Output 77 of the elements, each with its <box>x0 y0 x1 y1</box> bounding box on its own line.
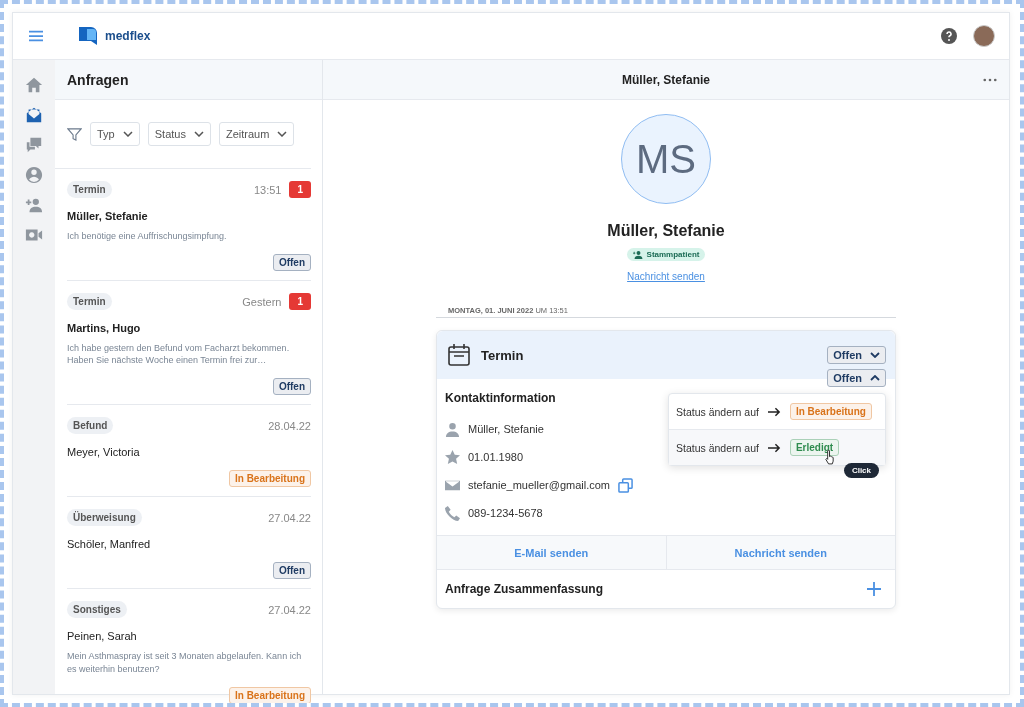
type-tag: Termin <box>67 293 112 311</box>
right-arrow-icon <box>767 406 781 417</box>
status-menu-option[interactable]: Status ändern auf In Bearbeitung <box>669 394 885 429</box>
panel-title: Anfragen <box>67 71 129 88</box>
unread-count-badge: 1 <box>289 293 311 311</box>
click-tooltip: Click <box>843 463 879 478</box>
chevron-up-icon <box>870 375 880 381</box>
option-label: Status ändern auf <box>676 441 759 454</box>
message-preview: Mein Asthmaspray ist seit 3 Monaten abgelaufen. Kann ich es weiterhin benutzen? <box>67 650 303 675</box>
plus-icon[interactable] <box>867 582 881 596</box>
type-tag: Termin <box>67 181 112 198</box>
calendar-icon <box>447 343 471 367</box>
section-title: Kontaktinformation <box>445 391 557 405</box>
copy-icon[interactable] <box>618 477 633 493</box>
time-text: 13:51 <box>253 183 282 196</box>
type-tag: Überweisung <box>67 509 142 527</box>
patient-tag: Stammpatient <box>626 248 706 261</box>
time-text: 27.04.22 <box>268 603 311 616</box>
logo-text: medflex <box>105 29 151 43</box>
speech-bubble-logo-icon <box>77 25 99 47</box>
send-message-link[interactable]: Nachricht senden <box>627 271 705 282</box>
filter-dropdown[interactable]: Typ <box>90 122 140 146</box>
filter-dropdown[interactable]: Zeitraum <box>218 122 295 146</box>
status-badge: Erledigt <box>789 439 840 456</box>
user-avatar[interactable] <box>973 25 995 47</box>
person-icon <box>445 421 460 437</box>
initials-avatar: MS <box>621 114 711 204</box>
patient-name: Schöler, Manfred <box>67 538 152 551</box>
type-tag: Befund <box>67 417 114 435</box>
user-nav-icon[interactable] <box>25 164 43 185</box>
message-preview: Ich benötige eine Auffrischungsimpfung. <box>67 230 228 243</box>
filter-icon[interactable] <box>67 126 82 142</box>
right-arrow-icon <box>767 442 781 453</box>
person-icon <box>632 250 644 259</box>
type-tag: Sonstiges <box>67 601 127 619</box>
request-list-item[interactable]: Sonstiges 27.04.22 Peinen, Sarah Mein Asthmaspray ist seit 3 Monaten abgelaufen. Kann ich es weiterhin benutzen? In Bearbeitung <box>67 589 311 703</box>
status-badge: In Bearbeitung <box>229 686 311 703</box>
workflow-dropdown[interactable]: Offen <box>827 369 886 387</box>
message-preview: Ich habe gestern den Befund vom Facharzt bekommen. Haben Sie nächste Woche einen Termin frei zur… <box>67 342 291 367</box>
unread-count-badge: 1 <box>289 181 311 198</box>
birthday-icon <box>445 449 460 465</box>
request-list-item[interactable]: Termin 13:51 1 Müller, Stefanie Ich benötige eine Auffrischungsimpfung. Offen <box>67 169 311 282</box>
contact-value: 01.01.1980 <box>468 451 524 463</box>
status-badge: Offen <box>272 378 311 396</box>
request-list-item[interactable]: Überweisung 27.04.22 Schöler, Manfred Offen <box>67 497 311 590</box>
workflow-dropdown[interactable]: Offen <box>827 346 886 364</box>
patient-name: Meyer, Victoria <box>67 446 141 459</box>
option-label: Status ändern auf <box>676 405 759 418</box>
request-list-item[interactable]: Befund 28.04.22 Meyer, Victoria In Bearbeitung <box>67 405 311 498</box>
menu-icon[interactable] <box>29 30 43 42</box>
help-icon[interactable] <box>941 28 957 44</box>
contact-value: Müller, Stefanie <box>468 423 544 435</box>
chevron-down-icon <box>277 131 288 137</box>
status-badge: Offen <box>272 562 311 580</box>
status-badge: In Bearbeitung <box>789 403 872 420</box>
phone-icon <box>445 505 460 521</box>
time-text: 27.04.22 <box>268 511 311 524</box>
time-text: Gestern <box>242 295 282 308</box>
patient-name: Martins, Hugo <box>67 322 142 335</box>
status-menu-option[interactable]: Status ändern auf Erledigt <box>669 429 885 465</box>
status-badge: In Bearbeitung <box>229 470 311 488</box>
patient-name: Müller, Stefanie <box>67 210 149 222</box>
contact-value: 089-1234-5678 <box>468 507 543 519</box>
chevron-down-icon <box>193 131 204 137</box>
contact-value: stefanie_mueller@gmail.com <box>468 479 610 491</box>
more-options-icon[interactable] <box>983 77 997 82</box>
summary-title: Anfrage Zusammenfassung <box>445 582 604 596</box>
time-text: 28.04.22 <box>268 419 311 432</box>
patient-name: Peinen, Sarah <box>67 630 138 643</box>
chevron-down-icon <box>122 131 133 137</box>
patient-title: Müller, Stefanie <box>622 72 710 87</box>
card-title: Termin <box>481 347 524 363</box>
request-list-item[interactable]: Termin Gestern 1 Martins, Hugo Ich habe gestern den Befund vom Facharzt bekommen. Haben Sie nächste Woche einen Termin frei zur… Offen <box>67 281 311 406</box>
status-badge: Offen <box>272 254 311 272</box>
chevron-down-icon <box>870 352 880 358</box>
filter-dropdown[interactable]: Status <box>147 122 211 146</box>
patient-name-heading: Müller, Stefanie <box>607 222 725 240</box>
